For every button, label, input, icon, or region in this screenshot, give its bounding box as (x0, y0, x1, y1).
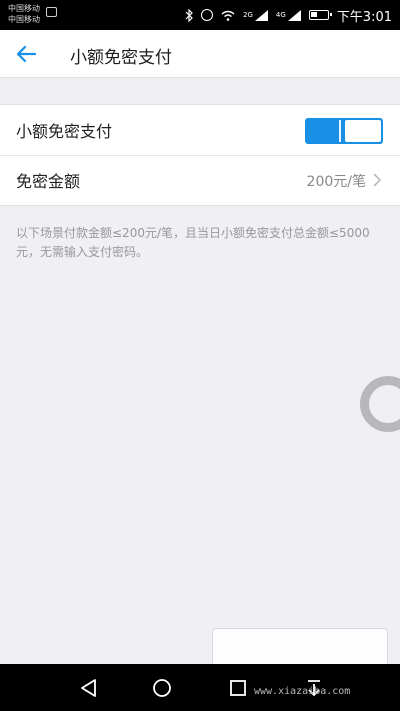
page-title: 小额免密支付 (70, 48, 172, 68)
notification-icon (46, 7, 57, 17)
carrier-info: 中国移动 中国移动 (8, 3, 40, 25)
signal-icon-2 (287, 9, 301, 21)
nav-back-button[interactable] (76, 676, 100, 700)
bluetooth-icon (185, 8, 193, 22)
square-recent-icon (230, 680, 246, 696)
amount-row-label: 免密金额 (16, 172, 81, 191)
alarm-icon (201, 9, 214, 21)
battery-icon (308, 10, 332, 20)
watermark-text: www.xiazaiba.com (254, 686, 351, 697)
network-label-2: 4G (275, 11, 286, 19)
back-button[interactable] (12, 40, 40, 68)
status-time: 下午3:01 (336, 9, 392, 25)
amount-limit-row[interactable]: 免密金额 200元/笔 (0, 155, 400, 205)
signal-icon (254, 9, 268, 21)
amount-row-value: 200元/笔 (306, 174, 366, 190)
floating-assist-button[interactable] (360, 376, 400, 432)
small-amount-toggle[interactable] (305, 118, 383, 144)
toggle-divider (339, 120, 341, 142)
toggle-row-label: 小额免密支付 (16, 122, 113, 141)
system-nav-bar: www.xiazaiba.com (0, 664, 400, 711)
nav-home-button[interactable] (150, 676, 174, 700)
description-text: 以下场景付款金额≤200元/笔，且当日小额免密支付总金额≤5000元，无需输入支… (16, 226, 370, 259)
carrier-line-2: 中国移动 (8, 15, 40, 24)
arrow-left-icon (16, 45, 36, 63)
carrier-line-1: 中国移动 (8, 4, 40, 13)
settings-list: 小额免密支付 免密金额 200元/笔 (0, 104, 400, 206)
wifi-icon (221, 10, 235, 21)
status-bar: 中国移动 中国移动 2G 4G 下午3:01 (0, 0, 400, 30)
toggle-knob (345, 120, 381, 142)
chevron-right-icon (373, 173, 382, 187)
network-label-1: 2G (243, 11, 253, 19)
circle-home-icon (153, 679, 171, 697)
status-icons: 2G 4G 下午3:01 (185, 5, 392, 25)
small-amount-toggle-row: 小额免密支付 (0, 105, 400, 155)
triangle-back-icon (81, 679, 96, 697)
app-header: 小额免密支付 (0, 30, 400, 78)
nav-recent-button[interactable] (226, 676, 250, 700)
